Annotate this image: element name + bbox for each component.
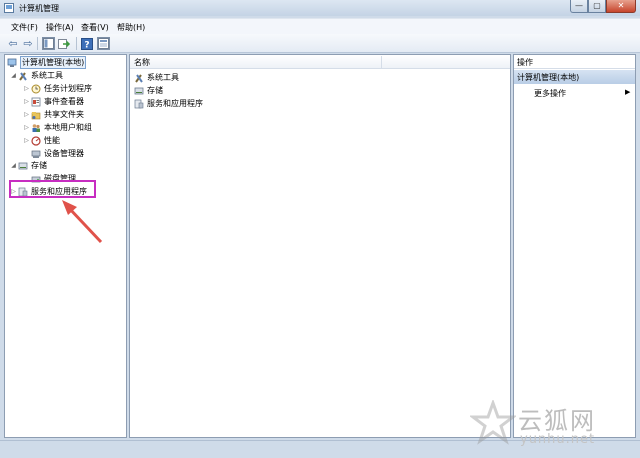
list-item-services-apps[interactable]: 服务和应用程序: [133, 97, 203, 110]
tools-icon: [134, 73, 144, 83]
expander-closed-icon[interactable]: ▷: [23, 124, 30, 131]
toolbar-separator: [76, 37, 77, 50]
storage-icon: [18, 161, 28, 171]
tree-item-local-users-groups[interactable]: ▷ 本地用户和组: [23, 121, 92, 134]
menu-action[interactable]: 操作(A): [46, 22, 74, 33]
menu-file[interactable]: 文件(F): [11, 22, 38, 33]
tree-item-storage[interactable]: ◢ 存储: [10, 159, 47, 172]
annotation-arrow-icon: [62, 200, 103, 244]
close-button[interactable]: ✕: [606, 0, 636, 13]
window-title: 计算机管理: [19, 4, 59, 13]
app-icon: [4, 3, 14, 13]
menu-bar: 文件(F) 操作(A) 查看(V) 帮助(H): [0, 18, 640, 34]
console-tree-icon[interactable]: [42, 37, 55, 50]
watermark-star-icon: [470, 400, 516, 445]
tree-label: 事件查看器: [44, 97, 84, 106]
maximize-button[interactable]: ▢: [588, 0, 606, 13]
annotation-highlight-box: [9, 180, 96, 198]
watermark-text-en: yunhu.net: [520, 432, 596, 447]
tree-item-shared-folders[interactable]: ▷ 共享文件夹: [23, 108, 84, 121]
storage-icon: [134, 86, 144, 96]
actions-group-label: 计算机管理(本地): [517, 73, 580, 82]
device-icon: [31, 149, 41, 159]
expander-closed-icon[interactable]: ▷: [23, 111, 30, 118]
toolbar-separator: [37, 37, 38, 50]
actions-group-computer-management[interactable]: 计算机管理(本地): [514, 70, 635, 84]
title-bar[interactable]: 计算机管理 — ▢ ✕: [0, 0, 640, 16]
menu-view[interactable]: 查看(V): [81, 22, 109, 33]
tree-label: 共享文件夹: [44, 110, 84, 119]
expander-closed-icon[interactable]: ▷: [23, 98, 30, 105]
clock-icon: [31, 84, 41, 94]
list-label: 存储: [147, 86, 163, 95]
results-pane: 名称 系统工具 存储 服务和应用程序: [129, 54, 511, 438]
tree-item-performance[interactable]: ▷ 性能: [23, 134, 60, 147]
computer-management-window: 计算机管理 — ▢ ✕ 文件(F) 操作(A) 查看(V) 帮助(H) ⇦ ⇨ …: [0, 0, 640, 458]
watermark-text-cn: 云狐网: [518, 407, 596, 435]
tree-item-computer-management[interactable]: 计算机管理(本地): [6, 56, 87, 69]
expander-closed-icon[interactable]: ▷: [23, 85, 30, 92]
list-label: 系统工具: [147, 73, 179, 82]
computer-icon: [7, 58, 17, 68]
menu-help[interactable]: 帮助(H): [117, 22, 145, 33]
toolbar: ⇦ ⇨ ?: [0, 34, 640, 53]
actions-header: 操作: [514, 55, 635, 69]
column-divider[interactable]: [381, 56, 382, 68]
list-item-system-tools[interactable]: 系统工具: [133, 71, 179, 84]
properties-icon[interactable]: [97, 37, 110, 50]
expander-open-icon[interactable]: ◢: [10, 72, 17, 79]
tree-item-system-tools[interactable]: ◢ 系统工具: [10, 69, 63, 82]
submenu-arrow-icon[interactable]: ▶: [625, 88, 630, 96]
services-icon: [134, 99, 144, 109]
tree-label: 本地用户和组: [44, 123, 92, 132]
tools-icon: [18, 71, 28, 81]
users-icon: [31, 123, 41, 133]
actions-pane: 操作 计算机管理(本地) 更多操作 ▶: [513, 54, 636, 438]
expander-open-icon[interactable]: ◢: [10, 162, 17, 169]
tree-label: 计算机管理(本地): [20, 56, 87, 69]
actions-title: 操作: [517, 58, 533, 67]
tree-label: 设备管理器: [44, 149, 84, 158]
console-tree-pane: 计算机管理(本地) ◢ 系统工具 ▷ 任务计划程序 ▷ 事件查看器 ▷ 共享文件…: [4, 54, 127, 438]
folder-share-icon: [31, 110, 41, 120]
list-label: 服务和应用程序: [147, 99, 203, 108]
svg-text:?: ?: [84, 40, 89, 50]
event-icon: [31, 97, 41, 107]
list-item-storage[interactable]: 存储: [133, 84, 163, 97]
help-icon[interactable]: ?: [81, 37, 93, 50]
window-controls: — ▢ ✕: [570, 0, 636, 13]
back-arrow-icon[interactable]: ⇦: [7, 37, 19, 50]
tree-item-event-viewer[interactable]: ▷ 事件查看器: [23, 95, 84, 108]
performance-icon: [31, 135, 41, 146]
tree-label: 系统工具: [31, 71, 63, 80]
tree-label: 存储: [31, 161, 47, 170]
tree-label: 性能: [44, 136, 60, 145]
tree-label: 任务计划程序: [44, 84, 92, 93]
column-header: 名称: [130, 55, 510, 69]
expander-closed-icon[interactable]: ▷: [23, 137, 30, 144]
export-list-icon[interactable]: [58, 37, 71, 50]
forward-arrow-icon[interactable]: ⇨: [22, 37, 34, 50]
column-name[interactable]: 名称: [134, 57, 150, 68]
tree-item-task-scheduler[interactable]: ▷ 任务计划程序: [23, 82, 92, 95]
more-actions-link[interactable]: 更多操作: [534, 88, 566, 99]
minimize-button[interactable]: —: [570, 0, 588, 13]
